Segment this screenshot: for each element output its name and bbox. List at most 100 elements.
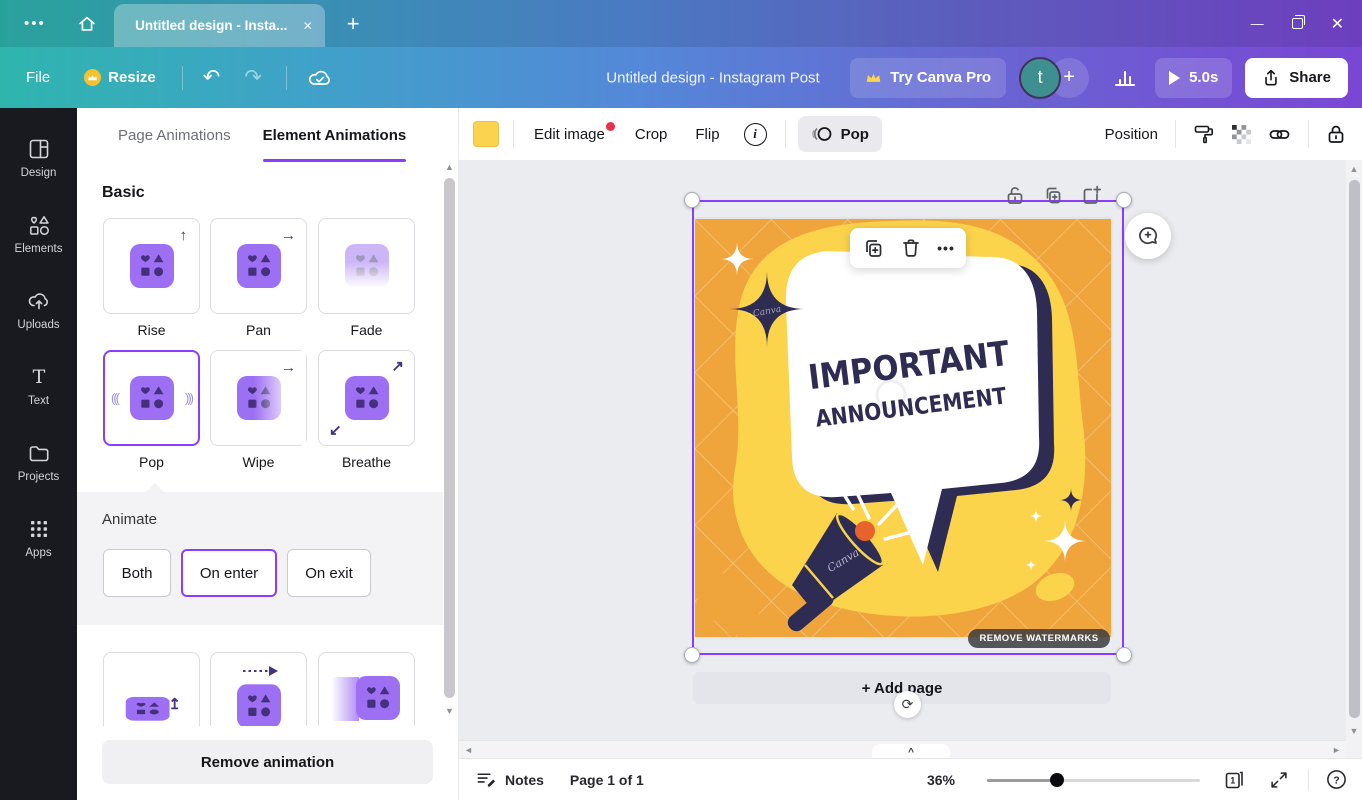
arrow-right-icon: → [281, 359, 296, 376]
remove-animation-button[interactable]: Remove animation [102, 740, 433, 784]
section-heading-basic: Basic [102, 184, 145, 202]
selection-handle-top-right[interactable] [1116, 192, 1132, 208]
editor-main: Edit image Crop Flip i Pop Position [459, 108, 1362, 800]
file-menu[interactable]: File [26, 69, 50, 86]
document-title[interactable]: Untitled design - Instagram Post [606, 69, 819, 86]
animation-card-breathe[interactable]: ↗ ↙ [318, 350, 415, 446]
animate-option-both[interactable]: Both [103, 549, 171, 597]
play-duration-button[interactable]: 5.0s [1155, 58, 1232, 98]
scroll-left-icon[interactable]: ◄ [464, 745, 473, 755]
shapes-badge-icon-faded [345, 244, 389, 288]
show-pages-tab[interactable]: ^ [872, 744, 950, 758]
crop-button[interactable]: Crop [635, 126, 668, 143]
sidebar-item-projects[interactable]: Projects [0, 424, 77, 500]
share-label: Share [1289, 69, 1331, 86]
close-button[interactable]: ✕ [1331, 14, 1344, 34]
fullscreen-icon[interactable] [1268, 769, 1290, 791]
rotate-handle[interactable]: ⟳ [894, 691, 921, 718]
scroll-up-icon[interactable]: ▲ [1350, 164, 1359, 174]
undo-icon[interactable]: ↶ [203, 65, 221, 90]
design-canvas[interactable]: IMPORTANT ANNOUNCEMENT Canva [695, 219, 1111, 637]
color-swatch[interactable] [473, 121, 499, 147]
tab-close-icon[interactable]: ✕ [303, 19, 313, 33]
text-icon: T [27, 365, 51, 389]
megaphone-ball [855, 521, 875, 541]
restore-button[interactable] [1292, 18, 1303, 29]
sidebar-item-design[interactable]: Design [0, 120, 77, 196]
sidebar-item-uploads[interactable]: Uploads [0, 272, 77, 348]
animation-card-fade[interactable] [318, 218, 415, 314]
animation-card-pop-selected[interactable]: ((( ))) [103, 350, 200, 446]
vertical-scrollbar-thumb[interactable] [1349, 180, 1360, 718]
sidebar-item-text[interactable]: T Text [0, 348, 77, 424]
notes-button[interactable]: Notes [475, 769, 544, 790]
divider [182, 66, 183, 90]
try-canva-pro-button[interactable]: Try Canva Pro [850, 58, 1006, 98]
zoom-slider[interactable] [987, 773, 1200, 787]
panel-scrollbar-thumb[interactable] [444, 178, 455, 698]
avatar[interactable]: t [1019, 57, 1061, 99]
crown-icon [84, 69, 101, 86]
panel-scroll-down-icon[interactable]: ▼ [445, 706, 454, 716]
app-menu-icon[interactable]: ••• [24, 15, 46, 32]
notes-icon [475, 769, 496, 790]
scroll-down-icon[interactable]: ▼ [1350, 726, 1359, 736]
dashed-arrow-right-icon [241, 665, 281, 677]
selection-handle-bottom-right[interactable] [1116, 647, 1132, 663]
animation-style-button[interactable]: Pop [798, 116, 882, 152]
insights-chart-icon[interactable] [1108, 60, 1142, 96]
delete-trash-icon[interactable] [899, 236, 923, 260]
animate-settings-section: Animate Both On enter On exit [77, 492, 443, 625]
animate-option-on-exit[interactable]: On exit [287, 549, 371, 597]
help-button[interactable]: ? [1325, 768, 1348, 791]
sidebar-item-apps[interactable]: Apps [0, 500, 77, 576]
add-page-icon[interactable] [1080, 184, 1102, 206]
pages-view-button[interactable]: 1 [1222, 768, 1246, 792]
animation-card-wipe[interactable]: → [210, 350, 307, 446]
tab-page-animations[interactable]: Page Animations [118, 108, 231, 162]
position-button[interactable]: Position [1105, 126, 1158, 143]
new-tab-button[interactable]: + [347, 11, 360, 37]
add-comment-button[interactable] [1125, 213, 1171, 259]
redo-icon[interactable]: ↷ [244, 65, 262, 90]
home-icon[interactable] [76, 13, 98, 35]
selection-handle-bottom-left[interactable] [684, 647, 700, 663]
info-icon[interactable]: i [744, 123, 767, 146]
canvas-workspace: IMPORTANT ANNOUNCEMENT Canva [459, 160, 1362, 758]
sidebar-item-elements[interactable]: Elements [0, 196, 77, 272]
duplicate-icon[interactable] [861, 236, 885, 260]
flip-button[interactable]: Flip [695, 126, 719, 143]
shapes-badge-icon-squashed [125, 697, 169, 721]
transparency-icon[interactable] [1232, 125, 1251, 144]
copy-style-roller-icon[interactable] [1193, 123, 1215, 145]
document-tab[interactable]: Untitled design - Insta... ✕ [114, 4, 325, 47]
pop-label: Pop [841, 126, 869, 143]
remove-watermarks-button[interactable]: REMOVE WATERMARKS [968, 629, 1110, 648]
arrow-right-icon: → [281, 227, 296, 244]
panel-scroll-up-icon[interactable]: ▲ [445, 162, 454, 172]
animation-card-rise[interactable]: ↑ [103, 218, 200, 314]
selection-handle-top-left[interactable] [684, 192, 700, 208]
animation-card-pan[interactable]: → [210, 218, 307, 314]
scroll-right-icon[interactable]: ► [1332, 745, 1341, 755]
animate-label: Animate [102, 511, 157, 528]
more-options-icon[interactable]: ••• [937, 240, 955, 256]
animation-label: Wipe [210, 454, 307, 470]
minimize-button[interactable]: — [1251, 16, 1264, 31]
link-icon[interactable] [1268, 123, 1291, 146]
resize-button[interactable]: Resize [84, 69, 156, 86]
vertical-scrollbar[interactable]: ▲ ▼ [1346, 160, 1362, 758]
animate-option-on-enter[interactable]: On enter [181, 549, 277, 597]
unlock-icon[interactable] [1004, 184, 1026, 206]
lock-icon[interactable] [1326, 123, 1346, 145]
tab-title: Untitled design - Insta... [126, 18, 297, 33]
edit-image-button[interactable]: Edit image [534, 126, 605, 143]
tab-element-animations[interactable]: Element Animations [263, 108, 407, 162]
upload-icon [1262, 68, 1280, 87]
duplicate-icon[interactable] [1042, 184, 1064, 206]
zoom-level-label[interactable]: 36% [927, 772, 955, 788]
zoom-slider-thumb[interactable] [1050, 773, 1064, 787]
design-icon [27, 137, 51, 161]
share-button[interactable]: Share [1245, 58, 1348, 98]
help-glyph: ? [1333, 774, 1339, 786]
